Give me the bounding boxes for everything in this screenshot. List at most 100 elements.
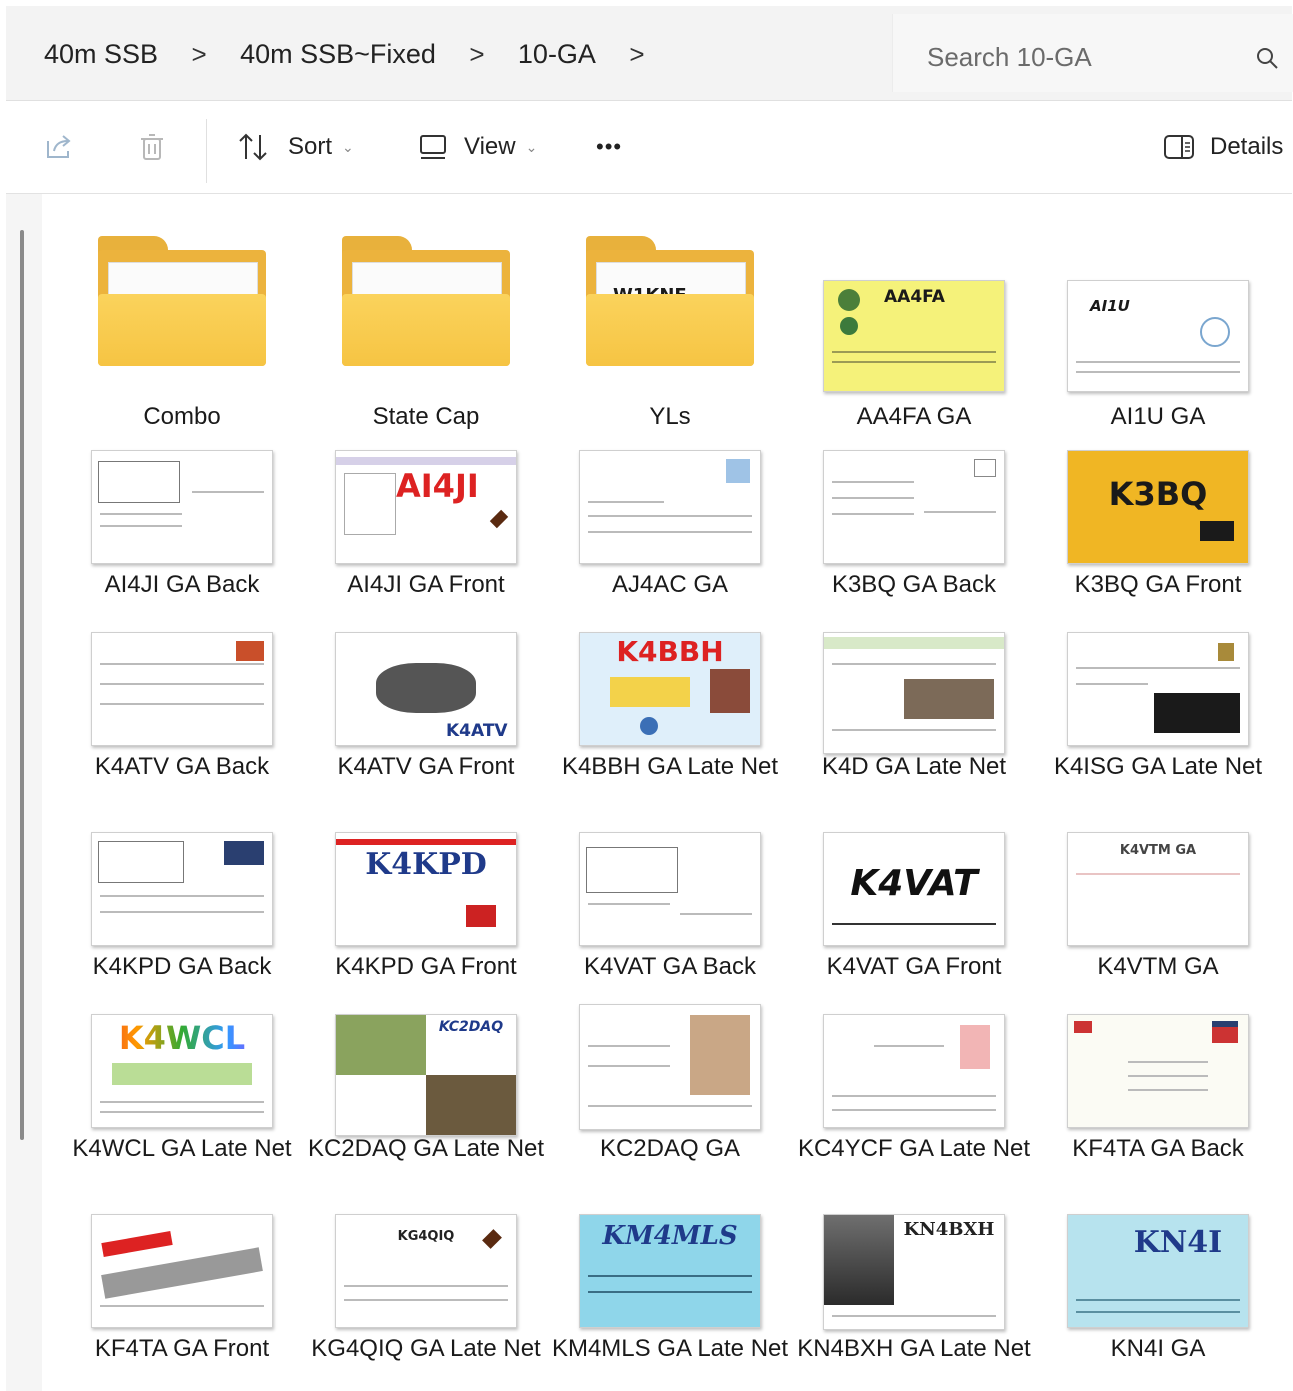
delete-button[interactable] [136, 125, 168, 169]
qsl-card-image: K4VAT [823, 832, 1005, 946]
breadcrumb-item-40m-ssb[interactable]: 40m SSB [38, 39, 164, 70]
item-label: KC4YCF GA Late Net [797, 1135, 1031, 1162]
share-button[interactable] [42, 125, 74, 169]
thumbnail [60, 632, 304, 752]
qsl-card-image: KN4I [1067, 1214, 1249, 1328]
item-label: KF4TA GA Front [94, 1335, 270, 1362]
qsl-card-image [1067, 1014, 1249, 1128]
thumbnail [792, 632, 1036, 754]
thumbnail [792, 450, 1036, 570]
qsl-card-image: K4WCL [91, 1014, 273, 1128]
qsl-card-image: AA4FA [823, 280, 1005, 392]
breadcrumb-item-40m-ssb-fixed[interactable]: 40m SSB~Fixed [234, 39, 442, 70]
item-label: AI4JI GA Front [347, 571, 505, 598]
breadcrumb-separator-icon[interactable]: > [442, 39, 512, 70]
item-label: KF4TA GA Back [1072, 1135, 1244, 1162]
item-label: K3BQ GA Front [1074, 571, 1242, 598]
sort-icon [239, 133, 267, 161]
thumbnail: K4BBH [548, 632, 792, 752]
search-input[interactable]: Search 10-GA [927, 42, 1092, 73]
preview-text: KN4BXH [903, 1219, 995, 1240]
more-options-button[interactable]: ••• [596, 125, 622, 169]
share-icon [47, 135, 71, 158]
navigation-pane [6, 194, 42, 1391]
thumbnail: KG4QIQ [304, 1214, 548, 1334]
qsl-card-image [91, 632, 273, 746]
thumbnail: AI4JI [304, 450, 548, 570]
sort-button[interactable]: Sort ⌄ [236, 125, 354, 169]
preview-text: AI1U [1090, 297, 1130, 315]
item-label: K4BBH GA Late Net [561, 753, 779, 780]
preview-text: K4VAT [850, 863, 978, 904]
preview-text: KN4I [1133, 1225, 1223, 1260]
qsl-card-image: AI4JI [335, 450, 517, 564]
item-label: KM4MLS GA Late Net [551, 1335, 789, 1362]
item-label: KC2DAQ GA [599, 1135, 741, 1162]
preview-text: KM4MLS [602, 1221, 738, 1251]
breadcrumb-item-10-ga[interactable]: 10-GA [512, 39, 602, 70]
qsl-card-image [579, 832, 761, 946]
scrollbar[interactable] [20, 230, 24, 1140]
sort-label: Sort [288, 133, 333, 160]
command-bar: Sort ⌄ View ⌄ ••• Details [6, 101, 1292, 194]
details-label: Details [1210, 133, 1284, 160]
thumbnail [60, 450, 304, 570]
item-label: K4VAT GA Back [583, 953, 757, 980]
details-button[interactable]: Details [1162, 125, 1283, 169]
item-label: K4ISG GA Late Net [1053, 753, 1263, 780]
item-label: K4WCL GA Late Net [72, 1135, 292, 1162]
qsl-card-image: KG4QIQ [335, 1214, 517, 1328]
item-label: K4KPD GA Front [335, 953, 517, 980]
toolbar-divider [206, 119, 207, 183]
chevron-down-icon: ⌄ [342, 138, 354, 155]
item-label: AI1U GA [1110, 403, 1206, 430]
thumbnail: K4VTM GA [1036, 832, 1280, 952]
trash-icon [141, 134, 163, 160]
thumbnail: K4KPD [304, 832, 548, 952]
breadcrumb-separator-icon[interactable]: > [164, 39, 234, 70]
preview-text: AA4FA [884, 287, 945, 307]
thumbnail [548, 1004, 792, 1134]
item-label: KN4I GA [1110, 1335, 1206, 1362]
item-label: K3BQ GA Back [831, 571, 997, 598]
qsl-card-image [579, 450, 761, 564]
preview-text: AI4JI [396, 467, 479, 505]
qsl-card-image [91, 1214, 273, 1328]
preview-text: K4VTM GA [1119, 843, 1197, 858]
qsl-card-image: KC2DAQ [335, 1014, 517, 1136]
item-label: AJ4AC GA [611, 571, 729, 598]
chevron-down-icon: ⌄ [525, 138, 538, 155]
item-label: K4VAT GA Front [826, 953, 1002, 980]
qsl-card-image: K3BQ [1067, 450, 1249, 564]
address-bar: 40m SSB > 40m SSB~Fixed > 10-GA > Search… [6, 6, 1293, 101]
more-icon: ••• [596, 134, 623, 159]
item-label: K4VTM GA [1097, 953, 1219, 980]
thumbnail: KN4BXH [792, 1214, 1036, 1334]
qsl-card-image [91, 832, 273, 946]
preview-text: K4KPD [365, 847, 487, 882]
breadcrumb: 40m SSB > 40m SSB~Fixed > 10-GA > [38, 34, 672, 74]
search-icon[interactable] [1255, 46, 1279, 70]
item-label: K4ATV GA Back [94, 753, 270, 780]
qsl-card-image [823, 1014, 1005, 1128]
thumbnail: KC2DAQ [304, 1014, 548, 1136]
qsl-card-image: K4VTM GA [1067, 832, 1249, 946]
item-label: K4D GA Late Net [821, 753, 1007, 780]
search-box[interactable]: Search 10-GA [892, 14, 1293, 92]
preview-text: K4BBH [616, 635, 724, 668]
qsl-card-image: KM4MLS [579, 1214, 761, 1328]
breadcrumb-separator-icon[interactable]: > [602, 39, 672, 70]
item-label: KC2DAQ GA Late Net [307, 1135, 545, 1162]
item-label: K4ATV GA Front [337, 753, 515, 780]
folder-icon: W1KNF [586, 236, 754, 366]
folder-icon [98, 236, 266, 366]
view-button[interactable]: View ⌄ [418, 125, 537, 169]
view-icon [420, 135, 446, 159]
thumbnail: K4ATV [304, 632, 548, 752]
folder-icon [342, 236, 510, 366]
thumbnail [60, 832, 304, 952]
qsl-card-image [1067, 632, 1249, 746]
thumbnail [304, 236, 548, 376]
qsl-card-image: K4ATV [335, 632, 517, 746]
details-pane-icon [1164, 135, 1194, 159]
